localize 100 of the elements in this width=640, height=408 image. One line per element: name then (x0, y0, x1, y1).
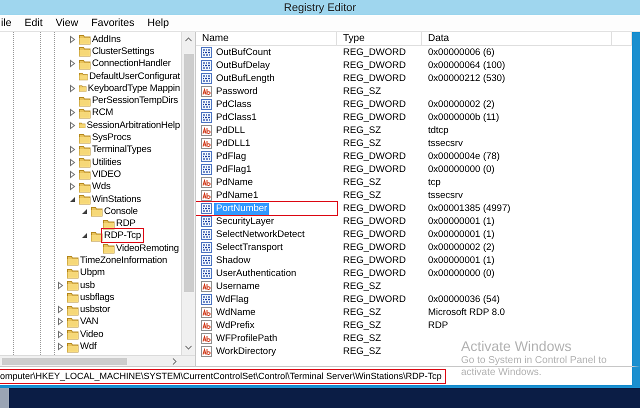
value-name[interactable]: WorkDirectory (214, 346, 278, 358)
value-name[interactable]: PdClass (214, 98, 254, 110)
tree-item[interactable]: SessionArbitrationHelp (86, 120, 181, 131)
value-name-cell[interactable]: WdPrefix (196, 319, 337, 332)
value-name[interactable]: OutBufDelay (214, 60, 272, 72)
value-name-cell[interactable]: PdName (196, 176, 337, 189)
value-name[interactable]: Shadow (214, 254, 252, 266)
value-name[interactable]: PdDLL1 (214, 138, 252, 150)
value-name-cell[interactable]: OutBufLength (196, 72, 337, 85)
outline-triangle-icon[interactable] (68, 170, 77, 179)
filled-triangle-icon[interactable] (80, 206, 89, 216)
value-name-cell[interactable]: PdDLL (196, 124, 337, 137)
tree-item[interactable]: ClusterSettings (91, 46, 156, 57)
outline-triangle-icon[interactable] (68, 84, 77, 93)
value-name-cell[interactable]: PdName1 (196, 189, 337, 202)
value-name[interactable]: Username (214, 280, 262, 292)
scroll-up-icon[interactable] (184, 35, 193, 44)
value-name[interactable]: PdFlag1 (214, 164, 254, 176)
tree-item[interactable]: usbstor (79, 304, 112, 316)
value-name-cell[interactable]: WorkDirectory (196, 345, 337, 358)
value-name-cell[interactable]: WFProfilePath (196, 332, 337, 345)
outline-triangle-icon[interactable] (56, 305, 65, 314)
value-name-cell[interactable]: PdDLL1 (196, 137, 337, 150)
tree-item[interactable]: VAN (79, 316, 100, 328)
filled-triangle-icon[interactable] (68, 194, 77, 204)
scroll-thumb[interactable] (2, 358, 127, 364)
outline-triangle-icon[interactable] (68, 158, 77, 167)
outline-triangle-icon[interactable] (68, 182, 77, 192)
tree-item[interactable]: AddIns (91, 34, 122, 45)
outline-triangle-icon[interactable] (68, 59, 77, 68)
menu-item[interactable]: View (54, 17, 80, 29)
value-name[interactable]: PdName1 (214, 190, 260, 202)
value-name[interactable]: PdClass1 (214, 112, 259, 124)
value-name-cell[interactable]: OutBufDelay (196, 59, 337, 72)
tree-item[interactable]: TerminalTypes (91, 144, 152, 156)
tree-item[interactable]: WinStations (91, 194, 142, 204)
tree-item[interactable]: Wds (91, 181, 112, 192)
value-name-cell[interactable]: PdClass1 (196, 111, 337, 124)
tree-item[interactable]: KeyboardType Mappin (86, 82, 181, 94)
scroll-right-icon[interactable] (170, 356, 179, 366)
column-header[interactable]: Type (337, 32, 422, 46)
tree-item[interactable]: usbflags (79, 292, 116, 303)
outline-triangle-icon[interactable] (68, 108, 77, 118)
tree-item[interactable]: RDP-Tcp (103, 230, 142, 242)
value-name-cell[interactable]: Username (196, 280, 337, 293)
value-name[interactable]: WdFlag (214, 294, 251, 306)
tree-item[interactable]: RDP (115, 218, 137, 230)
outline-triangle-icon[interactable] (56, 330, 65, 339)
value-name[interactable]: SecurityLayer (214, 216, 276, 228)
value-name[interactable]: WdPrefix (214, 320, 257, 332)
value-name-cell[interactable]: PdFlag (196, 150, 337, 163)
tree-item[interactable]: DefaultUserConfigurat (88, 70, 181, 82)
outline-triangle-icon[interactable] (56, 280, 65, 290)
column-header[interactable]: Name (196, 32, 337, 46)
tree-item[interactable]: usb (79, 280, 96, 291)
menu-item[interactable]: Edit (24, 17, 44, 29)
value-name-cell[interactable]: PdFlag1 (196, 163, 337, 176)
tree-item[interactable]: SysProcs (91, 132, 132, 144)
tree-item[interactable]: Console (103, 206, 139, 217)
value-name[interactable]: Password (214, 86, 260, 98)
value-name-cell[interactable]: SelectTransport (196, 241, 337, 254)
value-name-cell[interactable]: PdClass (196, 98, 337, 111)
value-name-cell[interactable]: UserAuthentication (196, 267, 337, 280)
value-name-cell[interactable]: Password (196, 85, 337, 98)
outline-triangle-icon[interactable] (68, 34, 77, 44)
tree-item[interactable]: Ubpm (79, 267, 106, 278)
scroll-down-icon[interactable] (184, 343, 193, 352)
tree-item[interactable]: TimeZoneInformation (79, 254, 168, 266)
value-name-cell[interactable]: WdFlag (196, 293, 337, 306)
value-name[interactable]: OutBufLength (214, 72, 277, 84)
value-name[interactable]: WFProfilePath (214, 332, 280, 344)
value-name-cell[interactable]: WdName (196, 306, 337, 319)
filled-triangle-icon[interactable] (80, 231, 89, 240)
scroll-thumb[interactable] (184, 54, 194, 292)
value-name-cell[interactable]: SecurityLayer (196, 215, 337, 228)
outline-triangle-icon[interactable] (56, 317, 65, 326)
outline-triangle-icon[interactable] (56, 342, 65, 352)
value-name[interactable]: PdFlag (214, 150, 248, 162)
tree-item[interactable]: ConnectionHandler (91, 58, 172, 70)
outline-triangle-icon[interactable] (68, 145, 77, 154)
tree-item[interactable]: VIDEO (91, 168, 122, 180)
value-name[interactable]: WdName (214, 306, 258, 318)
value-name[interactable]: SelectTransport (214, 242, 285, 254)
column-header[interactable]: Data (422, 32, 612, 46)
menu-item[interactable]: Help (146, 17, 170, 29)
tree-item[interactable]: VideoRemoting (115, 242, 180, 254)
value-name-cell[interactable]: OutBufCount (196, 46, 337, 59)
tree-item[interactable]: Wdf (79, 341, 98, 352)
tree-item[interactable]: Utilities (91, 156, 122, 168)
value-name-cell[interactable]: Shadow (196, 254, 337, 267)
value-name[interactable]: OutBufCount (214, 46, 273, 58)
tree-item[interactable]: RCM (91, 107, 114, 118)
value-name-cell[interactable]: SelectNetworkDetect (196, 228, 337, 241)
value-name[interactable]: SelectNetworkDetect (214, 228, 307, 240)
outline-triangle-icon[interactable] (68, 120, 77, 130)
menu-item[interactable]: Favorites (90, 17, 136, 29)
value-name[interactable]: PdName (214, 176, 255, 188)
menu-item[interactable]: ile (0, 17, 13, 29)
tree-item[interactable]: Video (79, 328, 104, 340)
value-name[interactable]: UserAuthentication (214, 268, 298, 280)
